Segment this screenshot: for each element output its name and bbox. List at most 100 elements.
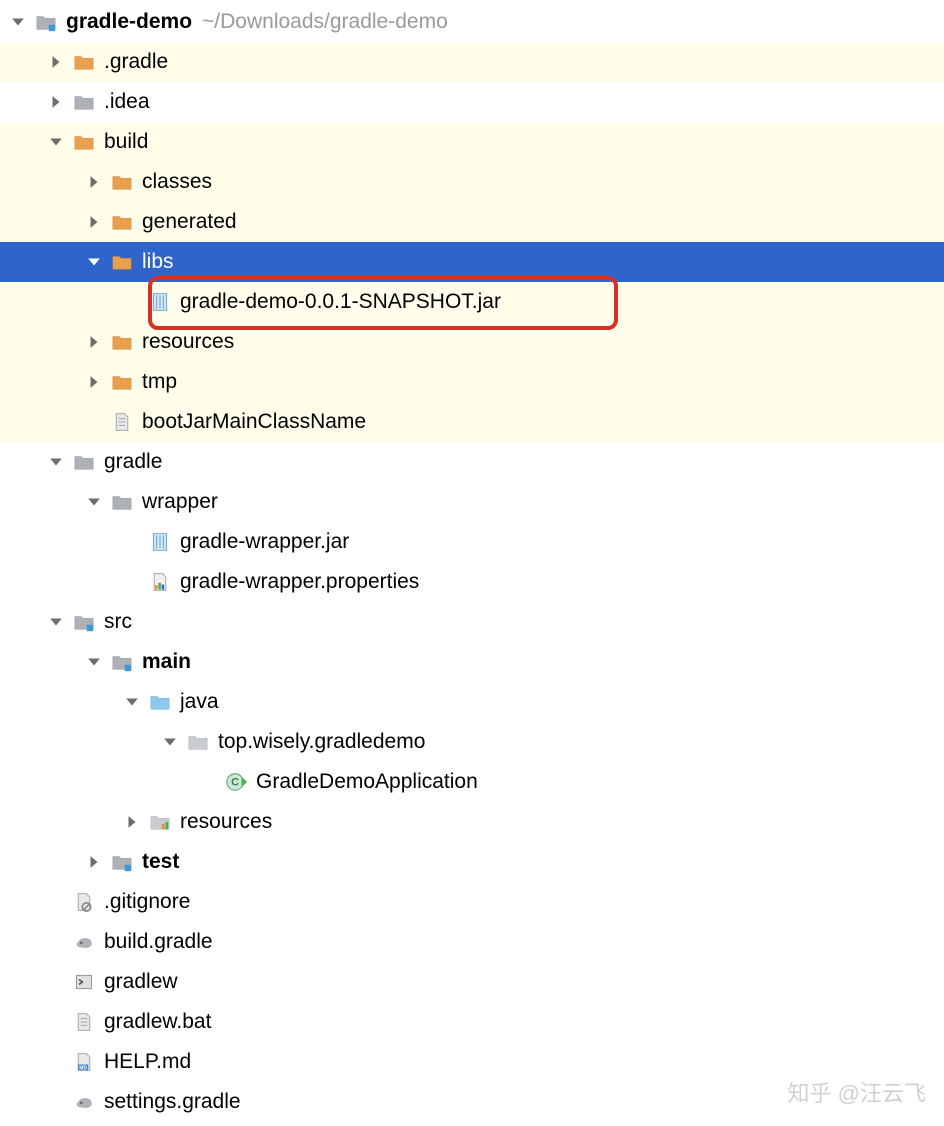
tree-row[interactable]: MD HELP.md <box>0 1042 944 1082</box>
tree-row[interactable]: gradle-wrapper.jar <box>0 522 944 562</box>
jar-icon <box>148 530 172 554</box>
tree-item-label: resources <box>142 330 234 354</box>
tree-item-label: settings.gradle <box>104 1090 241 1114</box>
tree-item-label: gradlew.bat <box>104 1010 211 1034</box>
tree-row[interactable]: libs <box>0 242 944 282</box>
tree-item-label: main <box>142 650 191 674</box>
chevron-right-icon[interactable] <box>82 850 106 874</box>
folder-module-gray-icon <box>34 10 58 34</box>
chevron-right-icon[interactable] <box>82 370 106 394</box>
folder-module-gray-icon <box>110 650 134 674</box>
folder-resources-icon <box>148 810 172 834</box>
folder-muted-icon <box>186 730 210 754</box>
tree-item-label: src <box>104 610 132 634</box>
chevron-right-icon[interactable] <box>120 810 144 834</box>
tree-row[interactable]: gradlew <box>0 962 944 1002</box>
svg-text:C: C <box>231 777 239 789</box>
chevron-down-icon[interactable] <box>6 10 30 34</box>
tree-item-label: java <box>180 690 219 714</box>
chevron-right-icon[interactable] <box>82 330 106 354</box>
tree-row[interactable]: classes <box>0 162 944 202</box>
tree-item-label: build <box>104 130 148 154</box>
tree-item-label: gradle-wrapper.jar <box>180 530 349 554</box>
tree-item-label: gradlew <box>104 970 178 994</box>
folder-orange-icon <box>72 130 96 154</box>
tree-item-label: bootJarMainClassName <box>142 410 366 434</box>
text-file-icon <box>110 410 134 434</box>
tree-row[interactable]: test <box>0 842 944 882</box>
folder-orange-icon <box>110 330 134 354</box>
gradle-icon <box>72 930 96 954</box>
tree-row[interactable]: .gitignore <box>0 882 944 922</box>
tree-item-path: ~/Downloads/gradle-demo <box>202 10 448 34</box>
tree-item-label: tmp <box>142 370 177 394</box>
tree-item-label: gradle-demo-0.0.1-SNAPSHOT.jar <box>180 290 501 314</box>
chevron-down-icon[interactable] <box>44 450 68 474</box>
tree-row[interactable]: build.gradle <box>0 922 944 962</box>
tree-row[interactable]: .gradle <box>0 42 944 82</box>
tree-item-label: HELP.md <box>104 1050 191 1074</box>
tree-row[interactable]: gradlew.bat <box>0 1002 944 1042</box>
tree-item-label: generated <box>142 210 237 234</box>
project-tree[interactable]: gradle-demo ~/Downloads/gradle-demo .gradl… <box>0 0 944 1124</box>
shell-icon <box>72 970 96 994</box>
class-icon: C <box>224 770 248 794</box>
tree-row[interactable]: main <box>0 642 944 682</box>
chevron-right-icon[interactable] <box>82 170 106 194</box>
tree-row[interactable]: .idea <box>0 82 944 122</box>
tree-row[interactable]: resources <box>0 802 944 842</box>
tree-row[interactable]: settings.gradle <box>0 1082 944 1122</box>
tree-item-label: gradle <box>104 450 162 474</box>
chevron-down-icon[interactable] <box>82 250 106 274</box>
chevron-down-icon[interactable] <box>158 730 182 754</box>
folder-orange-icon <box>110 250 134 274</box>
folder-module-gray-icon <box>72 610 96 634</box>
chevron-down-icon[interactable] <box>44 130 68 154</box>
tree-item-label: gradle-demo <box>66 10 192 34</box>
tree-row[interactable]: build <box>0 122 944 162</box>
tree-row[interactable]: src <box>0 602 944 642</box>
tree-item-label: test <box>142 850 179 874</box>
tree-row[interactable]: java <box>0 682 944 722</box>
tree-row[interactable]: gradle-wrapper.properties <box>0 562 944 602</box>
tree-item-label: .gitignore <box>104 890 190 914</box>
chevron-right-icon[interactable] <box>44 50 68 74</box>
tree-row[interactable]: tmp <box>0 362 944 402</box>
folder-module-gray-icon <box>110 850 134 874</box>
folder-gray-icon <box>72 90 96 114</box>
folder-orange-icon <box>110 210 134 234</box>
tree-row[interactable]: bootJarMainClassName <box>0 402 944 442</box>
gitignore-icon <box>72 890 96 914</box>
tree-row[interactable]: wrapper <box>0 482 944 522</box>
jar-icon <box>148 290 172 314</box>
tree-row[interactable]: gradle-demo-0.0.1-SNAPSHOT.jar <box>0 282 944 322</box>
tree-row[interactable]: gradle-demo ~/Downloads/gradle-demo <box>0 2 944 42</box>
tree-item-label: gradle-wrapper.properties <box>180 570 419 594</box>
chevron-right-icon[interactable] <box>44 90 68 114</box>
tree-row[interactable]: top.wisely.gradledemo <box>0 722 944 762</box>
tree-row[interactable]: gradle <box>0 442 944 482</box>
svg-text:MD: MD <box>79 1066 87 1072</box>
folder-blue-icon <box>148 690 172 714</box>
tree-item-label: resources <box>180 810 272 834</box>
tree-item-label: .idea <box>104 90 150 114</box>
chevron-down-icon[interactable] <box>82 650 106 674</box>
tree-item-label: build.gradle <box>104 930 213 954</box>
properties-icon <box>148 570 172 594</box>
folder-orange-icon <box>110 370 134 394</box>
tree-row[interactable]: C GradleDemoApplication <box>0 762 944 802</box>
tree-item-label: wrapper <box>142 490 218 514</box>
gradle-icon <box>72 1090 96 1114</box>
tree-row[interactable]: generated <box>0 202 944 242</box>
chevron-down-icon[interactable] <box>120 690 144 714</box>
chevron-right-icon[interactable] <box>82 210 106 234</box>
folder-orange-icon <box>110 170 134 194</box>
tree-item-label: GradleDemoApplication <box>256 770 478 794</box>
folder-gray-icon <box>72 450 96 474</box>
chevron-down-icon[interactable] <box>82 490 106 514</box>
tree-item-label: top.wisely.gradledemo <box>218 730 425 754</box>
tree-item-label: .gradle <box>104 50 168 74</box>
tree-row[interactable]: resources <box>0 322 944 362</box>
chevron-down-icon[interactable] <box>44 610 68 634</box>
folder-gray-icon <box>110 490 134 514</box>
